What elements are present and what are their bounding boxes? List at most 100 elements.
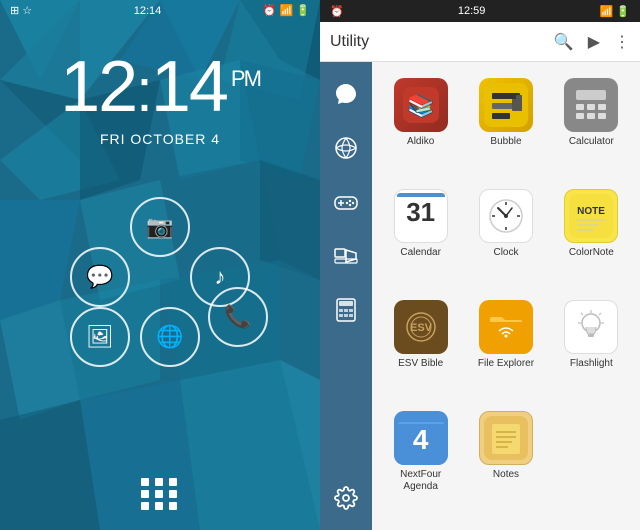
- right-status-left: ⏰: [330, 5, 344, 18]
- sidebar-item-calc[interactable]: [324, 288, 368, 332]
- globe-sidebar-icon: [334, 136, 358, 160]
- search-icon[interactable]: 🔍: [554, 32, 574, 52]
- app-item-bubble[interactable]: Bubble: [467, 72, 544, 175]
- dot-3: [169, 478, 177, 486]
- flashlight-label: Flashlight: [570, 358, 613, 370]
- calendar-inner: 31: [398, 193, 444, 239]
- dot-9: [169, 502, 177, 510]
- flashlight-svg: [569, 305, 613, 349]
- app-item-colornote[interactable]: NOTE ColorNote: [553, 183, 630, 286]
- status-bar-right: ⏰ 12:59 📶 🔋: [320, 0, 640, 22]
- aldiko-svg: 📚: [403, 87, 439, 123]
- calendar-label: Calendar: [400, 247, 441, 259]
- time-display: 12:14PM: [0, 51, 320, 123]
- main-content: 📚 Aldiko B: [320, 62, 640, 530]
- dot-5: [155, 490, 163, 498]
- fileexplorer-svg: [484, 305, 528, 349]
- message-icon[interactable]: 💬: [70, 247, 130, 307]
- app-drawer-header: Utility 🔍 ▶ ⋮: [320, 22, 640, 62]
- camera-icon[interactable]: 📷: [130, 197, 190, 257]
- clock-icon: [479, 189, 533, 243]
- time-colon: :: [136, 57, 151, 124]
- app-icons-circle: 📷 💬 ♪ 🖼 🌐 📞: [60, 177, 260, 377]
- drawer-title: Utility: [330, 33, 554, 51]
- apps-grid: 📚 Aldiko B: [372, 62, 640, 530]
- colornote-icon: NOTE: [564, 189, 618, 243]
- sidebar-item-media[interactable]: [324, 234, 368, 278]
- sidebar-item-gamepad[interactable]: [324, 180, 368, 224]
- dot-8: [155, 502, 163, 510]
- dot-4: [141, 490, 149, 498]
- svg-text:📚: 📚: [407, 93, 434, 118]
- clock-svg: [484, 194, 528, 238]
- sidebar-item-globe[interactable]: [324, 126, 368, 170]
- gallery-icon[interactable]: 🖼: [70, 307, 130, 367]
- time-minutes: 14: [151, 47, 227, 127]
- left-status-icons: ⊞ ☆: [10, 4, 32, 17]
- menu-icon[interactable]: ⋮: [614, 32, 630, 52]
- app-item-notes[interactable]: Notes: [467, 405, 544, 520]
- date-display: FRI OCTOBER 4: [0, 131, 320, 147]
- fileexplorer-label: File Explorer: [478, 358, 534, 370]
- calendar-icon: 31: [394, 189, 448, 243]
- nextfour-inner: 4: [394, 411, 448, 465]
- left-panel: ⊞ ☆ 12:14 ⏰ 📶 🔋 12:14PM FRI OCTOBER 4 📷 …: [0, 0, 320, 530]
- notes-label: Notes: [493, 469, 519, 481]
- app-item-flashlight[interactable]: Flashlight: [553, 294, 630, 397]
- dot-6: [169, 490, 177, 498]
- aldiko-label: Aldiko: [407, 136, 434, 148]
- dot-7: [141, 502, 149, 510]
- status-bar-left: ⊞ ☆ 12:14 ⏰ 📶 🔋: [0, 0, 320, 21]
- phone-icon[interactable]: 📞: [208, 287, 268, 347]
- calculator-svg: [569, 83, 613, 127]
- svg-text:NOTE: NOTE: [577, 206, 605, 217]
- fileexplorer-icon: [479, 300, 533, 354]
- app-item-esvbible[interactable]: ESV ESV Bible: [382, 294, 459, 397]
- calc-sidebar-icon: [336, 298, 356, 322]
- nextfour-number: 4: [413, 426, 429, 454]
- right-status-right: 📶 🔋: [600, 5, 630, 18]
- bubble-label: Bubble: [490, 136, 521, 148]
- calendar-number: 31: [406, 199, 435, 225]
- right-time: 12:59: [458, 5, 486, 17]
- svg-text:ESV: ESV: [410, 322, 433, 334]
- header-actions: 🔍 ▶ ⋮: [554, 32, 630, 52]
- nextfour-icon: 4: [394, 411, 448, 465]
- bubble-icon: [479, 78, 533, 132]
- app-item-clock[interactable]: Clock: [467, 183, 544, 286]
- sidebar-item-chat[interactable]: [324, 72, 368, 116]
- esvbible-label: ESV Bible: [398, 358, 443, 370]
- colornote-label: ColorNote: [569, 247, 614, 259]
- settings-icon: [334, 486, 358, 510]
- gamepad-icon: [334, 193, 358, 211]
- time-hours: 12: [60, 47, 136, 127]
- app-item-calculator[interactable]: Calculator: [553, 72, 630, 175]
- calculator-label: Calculator: [569, 136, 614, 148]
- calculator-icon: [564, 78, 618, 132]
- esvbible-svg: ESV: [399, 305, 443, 349]
- flashlight-icon: [564, 300, 618, 354]
- time-ampm: PM: [231, 66, 260, 91]
- chat-bubble-icon: [334, 82, 358, 106]
- dot-1: [141, 478, 149, 486]
- app-item-fileexplorer[interactable]: File Explorer: [467, 294, 544, 397]
- clock-label: Clock: [493, 247, 518, 259]
- colornote-svg: NOTE: [569, 194, 613, 238]
- app-item-aldiko[interactable]: 📚 Aldiko: [382, 72, 459, 175]
- dots-grid[interactable]: [141, 478, 179, 510]
- esvbible-icon: ESV: [394, 300, 448, 354]
- right-panel: ⏰ 12:59 📶 🔋 Utility 🔍 ▶ ⋮: [320, 0, 640, 530]
- app-item-calendar[interactable]: 31 Calendar: [382, 183, 459, 286]
- nextfour-label: NextFourAgenda: [400, 469, 441, 493]
- sidebar: [320, 62, 372, 530]
- globe-icon[interactable]: 🌐: [140, 307, 200, 367]
- notes-svg: [484, 416, 528, 460]
- sidebar-item-settings[interactable]: [324, 476, 368, 520]
- bubble-svg: [484, 83, 528, 127]
- aldiko-icon: 📚: [394, 78, 448, 132]
- notes-icon: [479, 411, 533, 465]
- app-item-nextfour[interactable]: 4 NextFourAgenda: [382, 405, 459, 520]
- play-icon[interactable]: ▶: [588, 32, 600, 52]
- media-icon: [334, 244, 358, 268]
- left-time: 12:14: [134, 5, 162, 17]
